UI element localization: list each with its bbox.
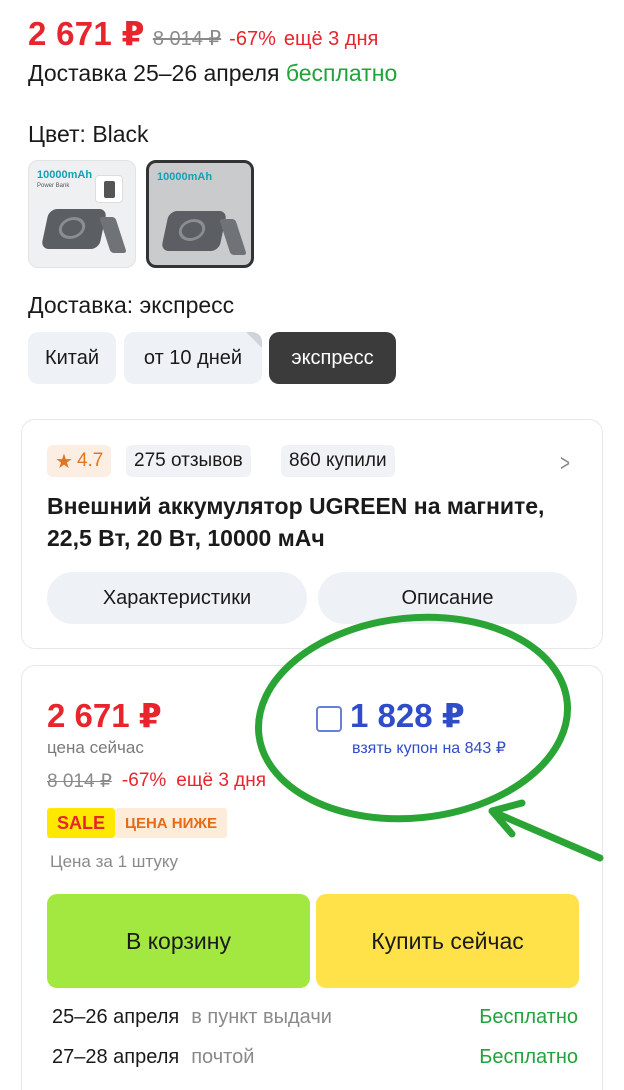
days-left: ещё 3 дня [283,28,379,50]
thumbnail-subtitle: Power Bank [37,183,70,189]
rating-value: 4.7 [76,450,104,471]
shipping-option-label: от 10 дней [143,346,243,369]
price-now-note: цена сейчас [47,738,144,757]
card-discount: -67% [121,770,167,791]
color-thumbnail-2-selected[interactable]: 10000mAh [146,160,254,268]
coupon-price[interactable]: 1 828 ₽ [350,696,465,735]
discount-percent: -67% [229,28,276,50]
thumbnail-caption: 10000mAh [37,169,93,181]
shipping-label: Доставка: экспресс [28,292,235,318]
shipping-option-express-selected[interactable]: экспресс [269,332,396,384]
star-icon: ★ [55,450,73,473]
delivery-date: 27–28 апреля [52,1046,180,1068]
bought-count: 860 купили [281,445,395,477]
delivery-method: почтой [191,1046,255,1068]
product-mini-image [95,175,123,203]
specs-button[interactable]: Характеристики [47,572,307,624]
product-title: Внешний аккумулятор UGREEN на магните, 2… [47,493,545,551]
card-days-left: ещё 3 дня [176,770,267,791]
delivery-method: в пункт выдачи [191,1006,332,1028]
color-label: Цвет: Black [28,121,149,147]
description-button[interactable]: Описание [318,572,577,624]
old-price: 8 014 ₽ [152,28,222,50]
kickstand-image [219,219,247,255]
shipping-option-10-days[interactable]: от 10 дней [124,332,262,384]
delivery-fee: Бесплатно [479,1046,578,1068]
delivery-dates: Доставка 25–26 апреля [28,60,280,86]
delivery-summary: Доставка 25–26 апреля бесплатно [28,60,397,87]
sale-badge: SALE [47,808,116,838]
thumbnail-caption: 10000mAh [157,171,213,183]
delivery-option-row: 25–26 апреля в пункт выдачи Бесплатно [52,1006,578,1029]
card-old-price: 8 014 ₽ [47,771,112,792]
delivery-fee: Бесплатно [479,1006,578,1028]
card-old-price-row: 8 014 ₽ -67% ещё 3 дня [47,770,266,793]
shipping-option-china[interactable]: Китай [28,332,116,384]
corner-fold-icon [246,332,262,348]
current-price: 2 671 ₽ [28,15,145,52]
delivery-date: 25–26 апреля [52,1006,180,1028]
buy-card: 2 671 ₽ цена сейчас 8 014 ₽ -67% ещё 3 д… [21,665,603,1090]
price-per-unit: Цена за 1 штуку [50,852,178,871]
kickstand-image [99,217,127,253]
delivery-option-row: 27–28 апреля почтой Бесплатно [52,1046,578,1069]
coupon-checkbox[interactable] [316,706,342,732]
buy-now-button[interactable]: Купить сейчас [316,894,579,988]
product-info-card: ★ 4.7 275 отзывов 860 купили > Внешний а… [21,419,603,649]
coupon-take-link[interactable]: взять купон на 843 ₽ [352,738,506,758]
rating-badge[interactable]: ★ 4.7 [47,445,112,477]
add-to-cart-button[interactable]: В корзину [47,894,310,988]
reviews-count[interactable]: 275 отзывов [126,445,251,477]
top-price-row: 2 671 ₽ 8 014 ₽ -67% ещё 3 дня [28,14,378,53]
card-current-price: 2 671 ₽ [47,697,162,734]
delivery-free: бесплатно [285,60,398,86]
chevron-right-icon[interactable]: > [560,450,570,478]
price-lower-badge: ЦЕНА НИЖЕ [115,808,227,838]
color-thumbnail-1[interactable]: 10000mAh Power Bank [28,160,136,268]
